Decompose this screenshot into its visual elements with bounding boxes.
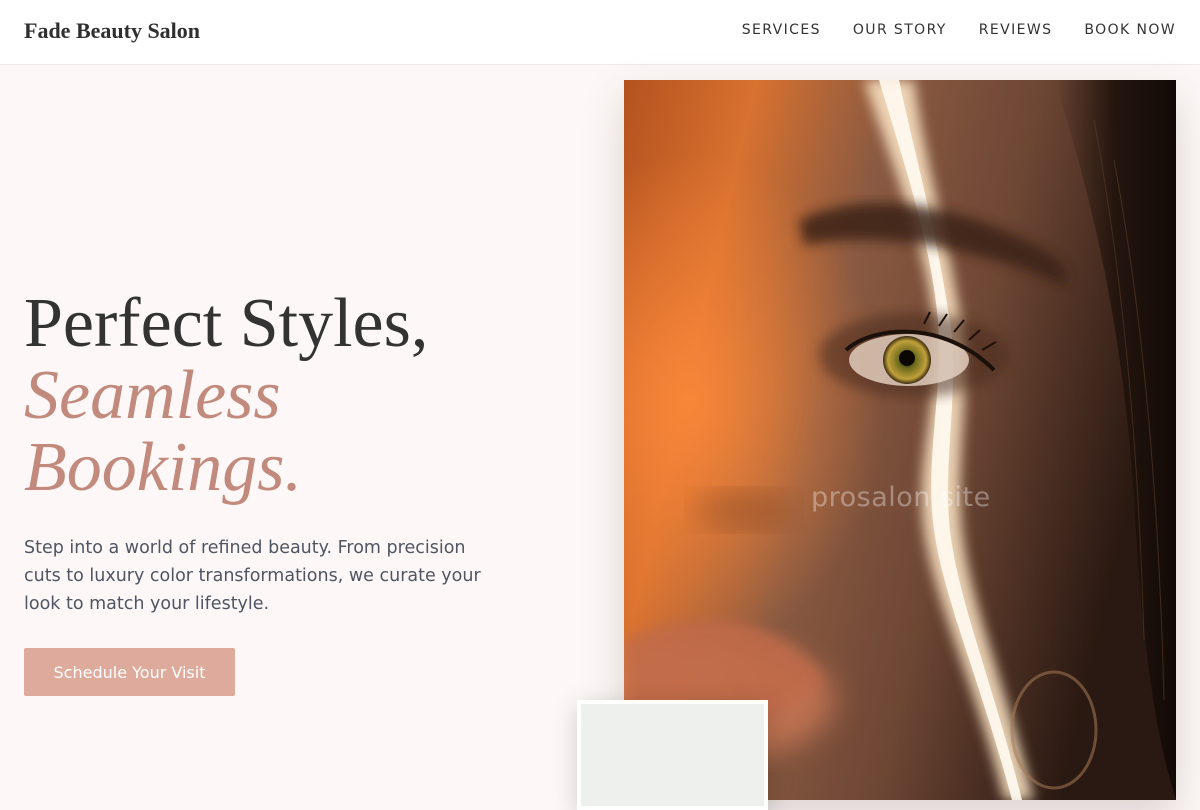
hero-headline: Perfect Styles, Seamless Bookings. [24, 288, 544, 504]
hero-portrait-image: prosalon.site [624, 80, 1176, 800]
hero-description: Step into a world of refined beauty. Fro… [24, 538, 481, 614]
headline-line-2: Seamless [24, 357, 281, 434]
nav-link-services[interactable]: SERVICES [742, 22, 821, 38]
portrait-illustration [624, 80, 1176, 800]
headline-line-3: Bookings. [24, 429, 303, 506]
thumbnail-image [581, 704, 764, 806]
nav-link-reviews[interactable]: REVIEWS [979, 22, 1053, 38]
site-header: Fade Beauty Salon SERVICES OUR STORY REV… [0, 0, 1200, 65]
hero-section: Perfect Styles, Seamless Bookings. Step … [24, 288, 544, 618]
brand-logo[interactable]: Fade Beauty Salon [24, 18, 200, 44]
schedule-visit-button[interactable]: Schedule Your Visit [24, 648, 235, 696]
gallery-thumbnail[interactable] [577, 700, 768, 810]
nav-link-book-now[interactable]: BOOK NOW [1084, 22, 1176, 38]
image-watermark: prosalon.site [811, 482, 991, 513]
headline-line-1: Perfect Styles, [24, 285, 429, 362]
main-nav: SERVICES OUR STORY REVIEWS BOOK NOW [742, 22, 1176, 38]
nav-link-our-story[interactable]: OUR STORY [853, 22, 947, 38]
